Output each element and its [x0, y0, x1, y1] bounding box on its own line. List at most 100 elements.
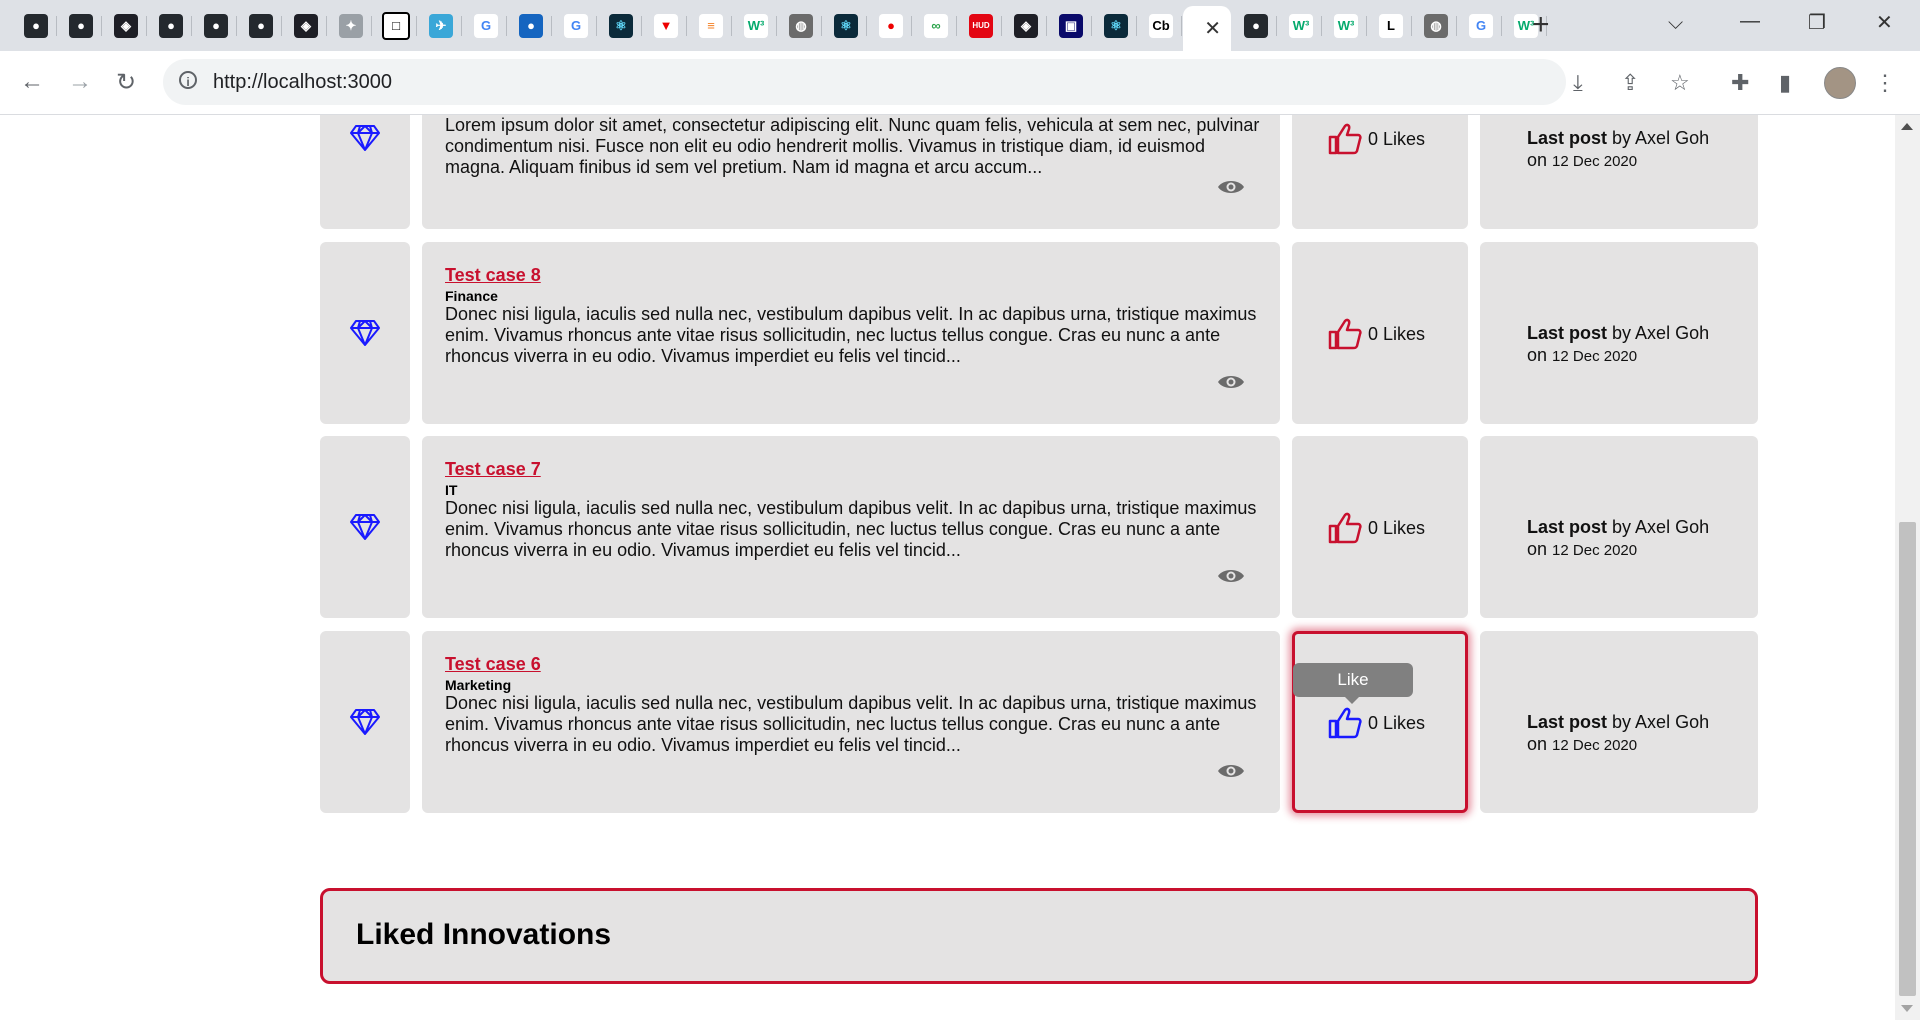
new-tab-plus-icon[interactable]: +	[1532, 10, 1550, 40]
likes-cell-hovered[interactable]: Like 0 Likes	[1292, 631, 1468, 813]
browser-tab[interactable]: ▼	[645, 6, 687, 45]
post-title-link[interactable]: Test case 7	[445, 459, 541, 480]
browser-tab[interactable]: W³	[1325, 6, 1367, 45]
browser-tab[interactable]: ●	[195, 6, 237, 45]
eye-icon[interactable]	[1217, 178, 1245, 196]
tab-separator	[461, 16, 462, 36]
tab-separator	[911, 16, 912, 36]
last-post-date: 12 Dec 2020	[1552, 153, 1638, 170]
tab-separator	[776, 16, 777, 36]
browser-tab[interactable]: ◈	[285, 6, 327, 45]
thumbs-up-icon[interactable]	[1328, 123, 1362, 155]
like-control[interactable]: 0 Likes	[1328, 512, 1425, 544]
last-post-author: by Axel Goh	[1612, 128, 1710, 148]
like-control[interactable]: 0 Likes	[1328, 318, 1425, 350]
scrollbar-thumb[interactable]	[1899, 522, 1916, 996]
close-tab-icon[interactable]: ✕	[1204, 16, 1221, 41]
browser-tab[interactable]: ✦	[330, 6, 372, 45]
site-info-icon[interactable]: i	[179, 71, 197, 89]
tab-separator	[1091, 16, 1092, 36]
likes-cell[interactable]: 0 Likes	[1292, 436, 1468, 618]
likes-count: 0 Likes	[1368, 128, 1426, 149]
likes-cell[interactable]: 0 Likes	[1292, 242, 1468, 424]
browser-tab[interactable]: ≡	[690, 6, 732, 45]
browser-tab[interactable]: G	[1460, 6, 1502, 45]
browser-tab[interactable]: W³	[735, 6, 777, 45]
browser-tab[interactable]: ◍	[1415, 6, 1457, 45]
extensions-puzzle-icon[interactable]: ✚	[1731, 70, 1749, 96]
browser-tab[interactable]: ●	[60, 6, 102, 45]
codepen-icon: ◈	[114, 13, 138, 38]
likes-cell[interactable]: 0 Likes	[1292, 115, 1468, 229]
browser-tab[interactable]: G	[465, 6, 507, 45]
avatar-icon: ●	[519, 13, 543, 38]
browser-tab[interactable]: ●	[870, 6, 912, 45]
share-icon[interactable]: ⇪	[1621, 70, 1639, 96]
eye-icon[interactable]	[1217, 567, 1245, 585]
browser-tab[interactable]: ◍	[780, 6, 822, 45]
browser-tab[interactable]: Cb	[1140, 6, 1182, 45]
scroll-down-arrow-icon[interactable]	[1901, 1005, 1913, 1012]
browser-toolbar: ← → ↻ i http://localhost:3000 ⤓ ⇪ ☆ ✚ ▮ …	[0, 51, 1920, 115]
browser-tab[interactable]: ◈	[105, 6, 147, 45]
chrome-menu-icon[interactable]: ⋮	[1874, 70, 1896, 96]
side-panel-icon[interactable]: ▮	[1779, 70, 1791, 96]
close-window-icon[interactable]: ✕	[1876, 10, 1893, 35]
browser-tab[interactable]: □	[375, 6, 417, 45]
diamond-icon	[350, 320, 380, 346]
forward-arrow-icon[interactable]: →	[68, 68, 92, 96]
tab-search-chevron-icon[interactable]: ⌵	[1668, 12, 1683, 35]
browser-tab[interactable]: ●	[15, 6, 57, 45]
cb-icon: Cb	[1149, 13, 1173, 38]
thumbs-up-icon[interactable]	[1328, 512, 1362, 544]
back-arrow-icon[interactable]: ←	[20, 68, 44, 96]
github-icon: ●	[204, 13, 228, 38]
browser-tab[interactable]: ▣	[1050, 6, 1092, 45]
reload-icon[interactable]: ↻	[116, 68, 136, 97]
like-control[interactable]: 0 Likes	[1328, 123, 1425, 155]
browser-tab[interactable]: G	[555, 6, 597, 45]
post-title-link[interactable]: Test case 6	[445, 654, 541, 675]
thumbs-up-icon[interactable]	[1328, 707, 1362, 739]
last-post-on: on	[1527, 150, 1548, 170]
tab-separator	[416, 16, 417, 36]
like-control[interactable]: 0 Likes	[1328, 707, 1425, 739]
post-title-link[interactable]: Test case 8	[445, 265, 541, 286]
github-icon: ●	[24, 13, 48, 38]
browser-tab[interactable]: ∞	[915, 6, 957, 45]
browser-tab-active[interactable]: ✕	[1183, 6, 1231, 51]
liked-innovations-section: Liked Innovations	[320, 888, 1758, 984]
minimize-icon[interactable]: —	[1740, 10, 1760, 33]
browser-tab[interactable]: ⚛	[1095, 6, 1137, 45]
last-post-label: Last post	[1527, 517, 1608, 537]
eye-icon[interactable]	[1217, 762, 1245, 780]
browser-tab[interactable]: ●	[510, 6, 552, 45]
post-description: Donec nisi ligula, iaculis sed nulla nec…	[445, 693, 1257, 755]
bookmark-star-icon[interactable]: ☆	[1670, 70, 1690, 96]
address-bar[interactable]: i http://localhost:3000	[163, 59, 1566, 105]
eye-icon[interactable]	[1217, 373, 1245, 391]
browser-tab[interactable]: ✈	[420, 6, 462, 45]
browser-tab[interactable]: ⚛	[600, 6, 642, 45]
last-post-info: Last post by Axel Goh on 12 Dec 2020	[1527, 711, 1709, 757]
page-scrollbar[interactable]	[1895, 115, 1920, 1020]
browser-tab[interactable]: ⚛	[825, 6, 867, 45]
browser-tab[interactable]: ◈	[1005, 6, 1047, 45]
browser-tab[interactable]: W³	[1280, 6, 1322, 45]
post-icon-cell	[320, 242, 410, 424]
tab-separator	[1501, 16, 1502, 36]
tab-separator	[1456, 16, 1457, 36]
browser-tab[interactable]: ●	[1235, 6, 1277, 45]
thumbs-up-icon[interactable]	[1328, 318, 1362, 350]
google-icon: G	[474, 13, 498, 38]
browser-tab[interactable]: ●	[150, 6, 192, 45]
scroll-up-arrow-icon[interactable]	[1901, 123, 1913, 130]
browser-tab[interactable]: L	[1370, 6, 1412, 45]
browser-tab[interactable]: ●	[240, 6, 282, 45]
restore-icon[interactable]: ❐	[1808, 10, 1826, 35]
profile-avatar[interactable]	[1824, 67, 1856, 99]
github-icon: ●	[159, 13, 183, 38]
browser-tab[interactable]: HUD	[960, 6, 1002, 45]
post-row: Test case 6 Marketing Donec nisi ligula,…	[320, 631, 1758, 813]
install-app-icon[interactable]: ⤓	[1573, 70, 1583, 96]
